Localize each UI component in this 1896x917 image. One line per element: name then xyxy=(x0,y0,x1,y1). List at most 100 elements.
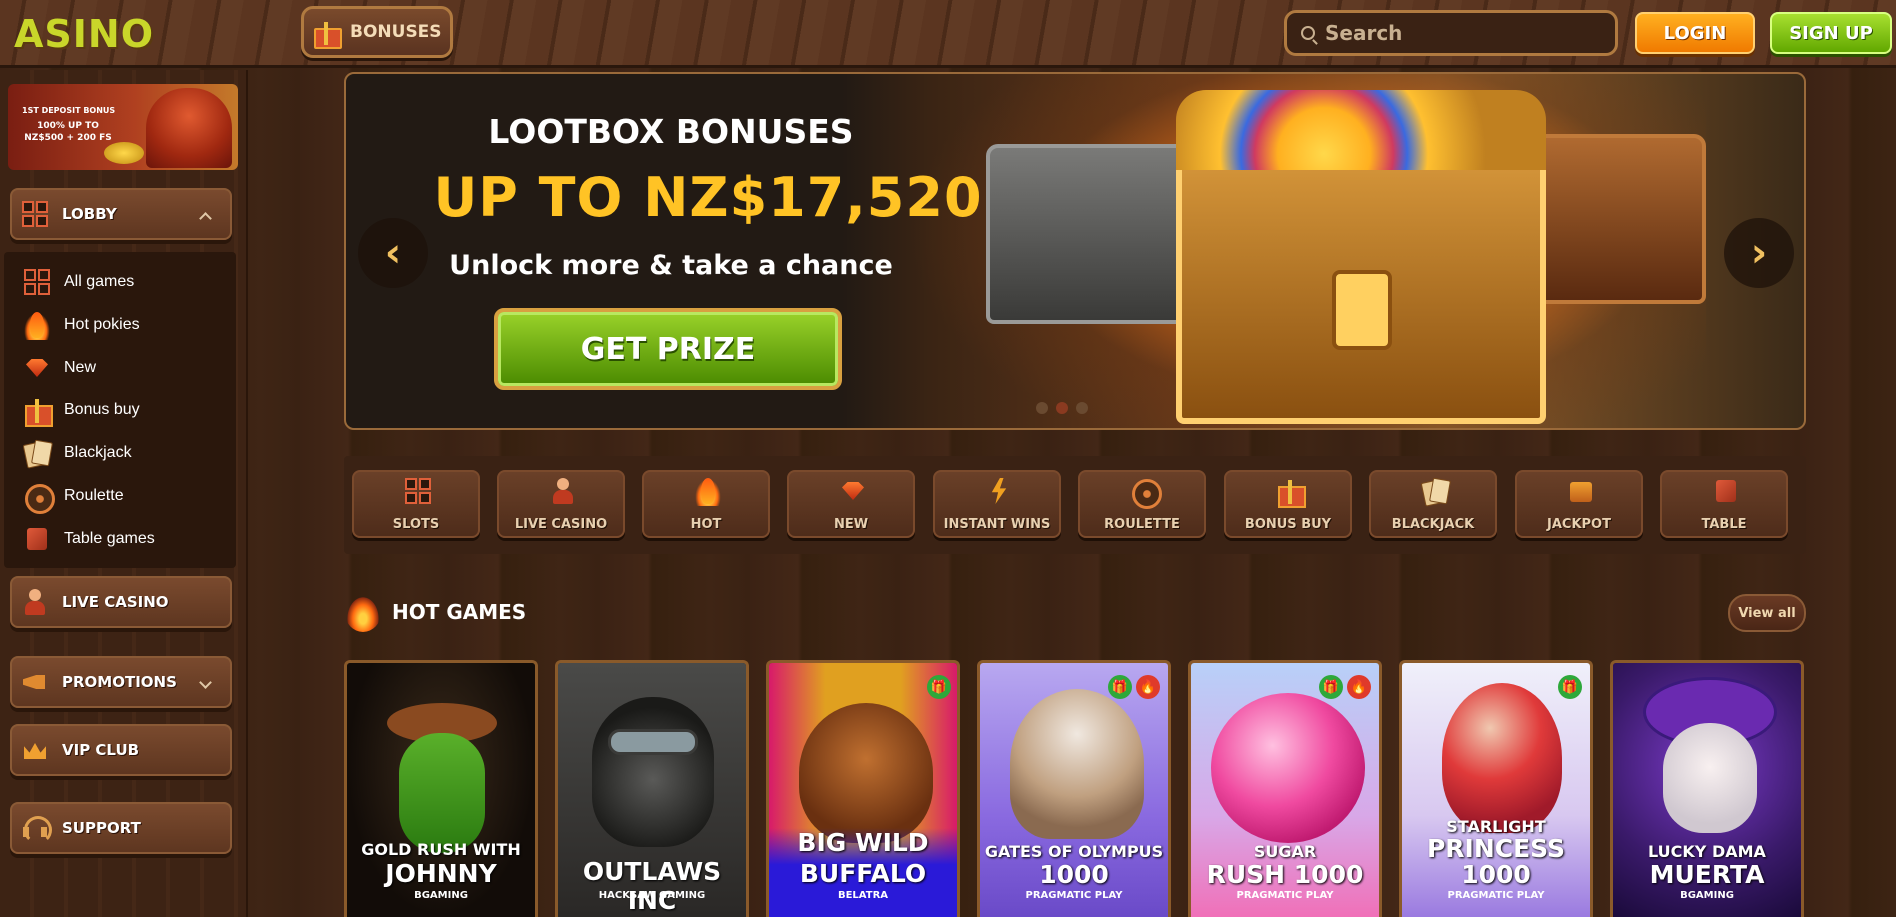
search-input[interactable] xyxy=(1325,21,1585,45)
sidebar-item-label: Hot pokies xyxy=(64,316,140,333)
game-title-line2: MUERTA xyxy=(1649,860,1765,889)
game-title-line1: GOLD RUSH WITH xyxy=(361,840,521,859)
game-card[interactable]: 🎁 🔥 GATES OF OLYMPUS 1000 PRAGMATIC PLAY xyxy=(977,660,1171,917)
sidebar-item-table-games[interactable]: Table games xyxy=(22,521,155,557)
category-bonus-buy[interactable]: BONUS BUY xyxy=(1224,470,1352,538)
coins-image xyxy=(104,142,144,164)
sidebar-item-all-games[interactable]: All games xyxy=(22,264,134,300)
treasure-image xyxy=(1176,90,1546,170)
game-title-line2: JOHNNY xyxy=(385,859,497,888)
fire-badge-icon: 🔥 xyxy=(1347,675,1371,699)
game-provider: PRAGMATIC PLAY xyxy=(1236,890,1334,901)
sidebar-item-hot-pokies[interactable]: Hot pokies xyxy=(22,307,140,343)
gem-icon xyxy=(838,476,868,506)
support-button[interactable]: SUPPORT xyxy=(10,802,232,854)
game-title-line2: PRINCESS xyxy=(1426,834,1566,863)
hero-title: LOOTBOX BONUSES xyxy=(488,112,854,151)
get-prize-button[interactable]: GET PRIZE xyxy=(494,308,842,390)
category-label: BLACKJACK xyxy=(1391,517,1475,532)
category-jackpot[interactable]: JACKPOT xyxy=(1515,470,1643,538)
promotions-label: PROMOTIONS xyxy=(62,673,177,691)
lightning-icon xyxy=(984,476,1014,506)
category-live-casino[interactable]: LIVE CASINO xyxy=(497,470,625,538)
promotions-toggle[interactable]: PROMOTIONS xyxy=(10,656,232,708)
category-new[interactable]: NEW xyxy=(787,470,915,538)
category-label: BONUS BUY xyxy=(1244,517,1332,532)
lollipop-image xyxy=(1211,693,1365,843)
roulette-icon xyxy=(1129,476,1162,509)
promo-line1: 1ST DEPOSIT BONUS xyxy=(22,106,116,115)
carousel-next-button[interactable]: › xyxy=(1724,218,1794,288)
game-title-line2: RUSH 1000 xyxy=(1206,860,1364,889)
fire-badge-icon: 🔥 xyxy=(1136,675,1160,699)
search-box[interactable] xyxy=(1284,10,1618,56)
carousel-dot[interactable] xyxy=(1076,402,1088,414)
grid-icon xyxy=(22,267,52,297)
sidebar-item-label: Bonus buy xyxy=(64,401,140,418)
game-provider: PRAGMATIC PLAY xyxy=(1447,890,1545,901)
signup-button[interactable]: SIGN UP xyxy=(1770,12,1892,54)
carousel-dot[interactable] xyxy=(1056,402,1068,414)
crown-icon xyxy=(20,735,50,765)
category-bar: SLOTS LIVE CASINO HOT NEW INSTANT WINS R… xyxy=(344,456,1806,554)
headset-icon xyxy=(20,813,52,844)
zeus-image xyxy=(1010,689,1144,839)
category-blackjack[interactable]: BLACKJACK xyxy=(1369,470,1497,538)
section-title: HOT GAMES xyxy=(392,600,527,624)
category-hot[interactable]: HOT xyxy=(642,470,770,538)
game-title-line3: 1000 xyxy=(1461,860,1531,889)
sidebar-item-label: Blackjack xyxy=(64,444,132,461)
sidebar-item-label: Roulette xyxy=(64,487,124,504)
dice-icon xyxy=(1711,476,1741,506)
sidebar-item-roulette[interactable]: Roulette xyxy=(22,478,124,514)
sidebar-item-new[interactable]: New xyxy=(22,350,96,386)
game-card[interactable]: GOLD RUSH WITH JOHNNY BGAMING xyxy=(344,660,538,917)
gift-icon xyxy=(22,395,53,427)
game-card[interactable]: LUCKY DAMA MUERTA BGAMING xyxy=(1610,660,1804,917)
gift-badge-icon: 🎁 xyxy=(1108,675,1132,699)
game-card[interactable]: OUTLAWS INC HACKSAW GAMING xyxy=(555,660,749,917)
game-title-line2: OUTLAWS INC xyxy=(582,857,722,915)
game-provider: BGAMING xyxy=(1680,890,1734,901)
category-roulette[interactable]: ROULETTE xyxy=(1078,470,1206,538)
cactus-image xyxy=(399,733,485,853)
carousel-dot[interactable] xyxy=(1036,402,1048,414)
game-title-line2: BUFFALO xyxy=(799,859,927,888)
game-provider: PRAGMATIC PLAY xyxy=(1025,890,1123,901)
category-label: HOT xyxy=(690,517,722,532)
deposit-bonus-banner[interactable]: 1ST DEPOSIT BONUS 100% UP TO NZ$500 + 20… xyxy=(8,84,238,170)
dealer-icon xyxy=(548,476,578,506)
game-card[interactable]: 🎁 BIG WILD BUFFALO BELATRA xyxy=(766,660,960,917)
cards-icon xyxy=(1420,476,1450,506)
fire-icon xyxy=(22,310,52,340)
bonuses-button[interactable]: BONUSES xyxy=(301,6,453,58)
category-table[interactable]: TABLE xyxy=(1660,470,1788,538)
jackpot-icon xyxy=(1566,476,1596,506)
game-card[interactable]: 🎁 STARLIGHT PRINCESS 1000 PRAGMATIC PLAY xyxy=(1399,660,1593,917)
category-instant-wins[interactable]: INSTANT WINS xyxy=(933,470,1061,538)
search-icon xyxy=(1301,26,1315,40)
view-all-button[interactable]: View all xyxy=(1728,594,1806,632)
dice-icon xyxy=(22,524,52,554)
lobby-toggle[interactable]: LOBBY xyxy=(10,188,232,240)
game-card[interactable]: 🎁 🔥 SUGAR RUSH 1000 PRAGMATIC PLAY xyxy=(1188,660,1382,917)
buffalo-image xyxy=(799,703,933,843)
vip-label: VIP CLUB xyxy=(62,741,140,759)
vip-club-button[interactable]: VIP CLUB xyxy=(10,724,232,776)
live-casino-button[interactable]: LIVE CASINO xyxy=(10,576,232,628)
hero-banner[interactable]: LOOTBOX BONUSES UP TO NZ$17,520 Unlock m… xyxy=(344,72,1806,430)
gift-badge-icon: 🎁 xyxy=(1319,675,1343,699)
game-title-line1: LUCKY DAMA xyxy=(1648,842,1766,861)
support-label: SUPPORT xyxy=(62,819,141,837)
grid-icon xyxy=(403,476,433,506)
chevron-down-icon xyxy=(199,676,212,689)
hero-amount: UP TO NZ$17,520 xyxy=(433,166,983,229)
site-logo[interactable]: ASINO xyxy=(14,12,154,56)
chevron-up-icon xyxy=(199,212,212,225)
sidebar-item-bonus-buy[interactable]: Bonus buy xyxy=(22,392,140,428)
sidebar-item-blackjack[interactable]: Blackjack xyxy=(22,435,132,471)
category-slots[interactable]: SLOTS xyxy=(352,470,480,538)
carousel-prev-button[interactable]: ‹ xyxy=(358,218,428,288)
login-button[interactable]: LOGIN xyxy=(1635,12,1755,54)
sidebar-item-label: Table games xyxy=(64,530,155,547)
